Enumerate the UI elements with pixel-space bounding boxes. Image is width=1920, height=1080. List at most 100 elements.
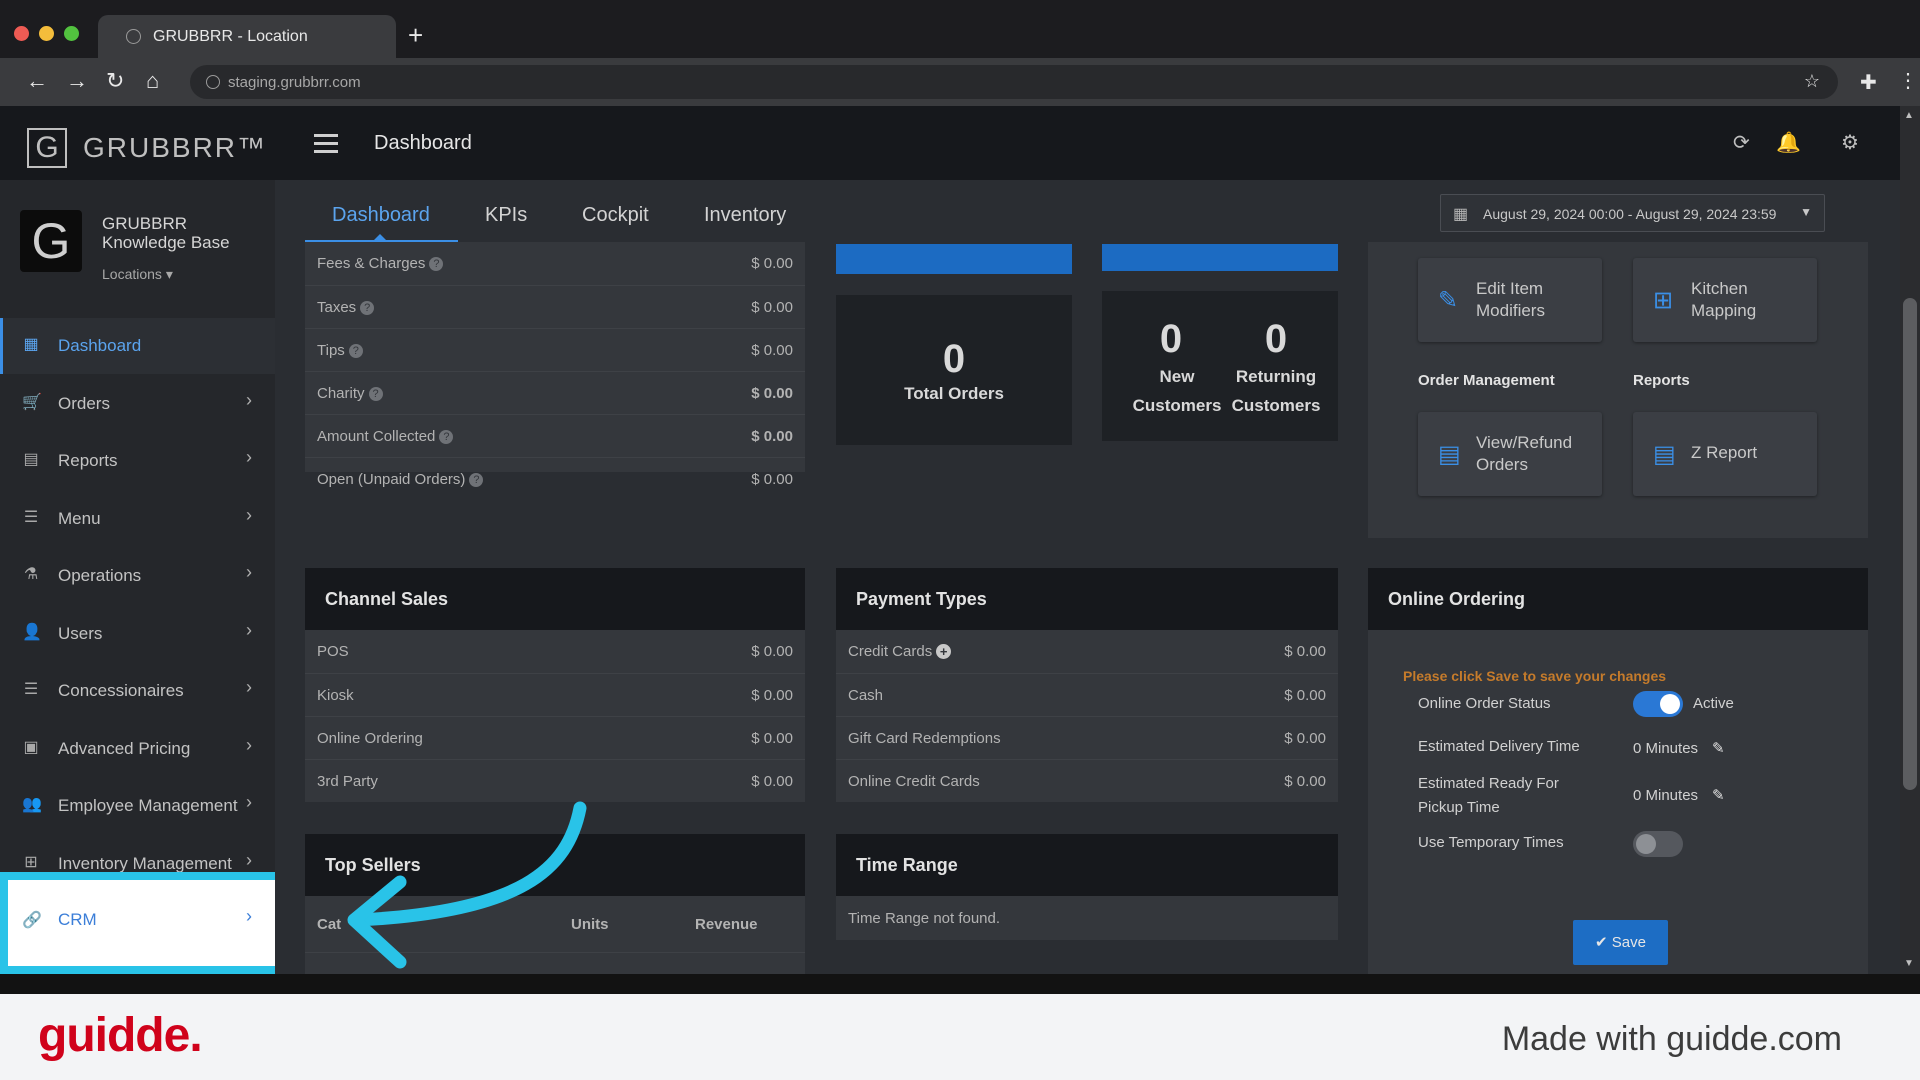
gear-icon[interactable]: ⚙ <box>1841 130 1859 155</box>
quick-actions-panel: ✎ Edit Item Modifiers ⊞ Kitchen Mapping … <box>1368 242 1868 538</box>
online-status-label: Online Order Status <box>1418 695 1551 712</box>
delivery-time-field: 0 Minutes ✎ <box>1633 739 1725 757</box>
row-label: Cash <box>848 687 884 704</box>
chevron-right-icon: › <box>246 505 252 525</box>
back-icon[interactable]: ← <box>26 68 48 94</box>
kitchen-mapping-button[interactable]: ⊞ Kitchen Mapping <box>1633 258 1817 342</box>
tab-cockpit[interactable]: Cockpit <box>582 204 649 227</box>
sidebar-item-label: Employee Management <box>58 796 238 815</box>
sidebar-item-operations[interactable]: ⚗ Operations › <box>0 548 275 604</box>
row-label: Tips <box>317 342 345 359</box>
row-label: 3rd Party <box>317 773 378 790</box>
row-value: $ 0.00 <box>751 255 793 272</box>
z-report-button[interactable]: ▤ Z Report <box>1633 412 1817 496</box>
locations-dropdown[interactable]: Locations ▾ <box>102 266 173 283</box>
new-tab-button[interactable]: + <box>408 22 423 48</box>
document-icon: ▤ <box>1653 441 1676 468</box>
chevron-right-icon: › <box>246 562 252 582</box>
sidebar-item-crm[interactable]: 🔗 CRM › <box>0 892 270 948</box>
guidde-logo[interactable]: guidde. <box>38 1008 203 1063</box>
users-icon: 👤 <box>22 624 42 641</box>
date-range-picker[interactable]: ▦ August 29, 2024 00:00 - August 29, 202… <box>1440 194 1825 232</box>
help-icon[interactable]: ? <box>469 473 484 487</box>
caret-down-icon: ▼ <box>1800 205 1812 219</box>
close-window-button[interactable] <box>14 26 29 41</box>
reload-icon[interactable]: ↻ <box>106 68 124 94</box>
help-icon[interactable]: ? <box>439 430 454 444</box>
row-label: Gift Card Redemptions <box>848 730 1001 747</box>
channel-row: Kiosk $ 0.00 <box>305 673 805 716</box>
site-info-icon[interactable] <box>206 75 220 89</box>
chevron-right-icon: › <box>246 906 252 926</box>
row-label: Credit Cards <box>848 643 933 660</box>
online-status-value: Active <box>1693 695 1734 712</box>
list-icon: ☰ <box>23 509 39 526</box>
hamburger-menu-icon[interactable] <box>314 134 338 158</box>
row-label: POS <box>317 643 349 660</box>
temporary-times-label: Use Temporary Times <box>1418 834 1564 851</box>
sidebar-item-concessionaires[interactable]: ☰ Concessionaires › <box>0 663 275 719</box>
column-header-revenue[interactable]: Revenue <box>695 916 758 933</box>
customers-card: 0 New Customers 0 Returning Customers <box>1102 291 1338 441</box>
scrollbar-thumb[interactable] <box>1903 298 1917 790</box>
extensions-icon[interactable]: ✚ <box>1860 70 1877 95</box>
url-text: staging.grubbrr.com <box>228 74 361 91</box>
view-refund-orders-button[interactable]: ▤ View/Refund Orders <box>1418 412 1602 496</box>
temporary-times-toggle[interactable] <box>1633 831 1683 857</box>
online-ordering-panel: Online Ordering Please click Save to sav… <box>1368 568 1868 974</box>
online-status-toggle[interactable] <box>1633 691 1683 717</box>
sitemap-icon: ⊞ <box>24 854 38 871</box>
row-value: $ 0.00 <box>751 342 793 359</box>
card-title: Payment Types <box>856 589 987 609</box>
bookmark-star-icon[interactable]: ☆ <box>1804 71 1820 92</box>
browser-tab[interactable]: GRUBBRR - Location <box>98 15 396 58</box>
edit-item-modifiers-button[interactable]: ✎ Edit Item Modifiers <box>1418 258 1602 342</box>
save-button[interactable]: ✔ Save <box>1573 920 1668 965</box>
tab-kpis[interactable]: KPIs <box>485 204 527 227</box>
chevron-right-icon: › <box>246 447 252 467</box>
chevron-right-icon: › <box>246 850 252 870</box>
bell-icon[interactable]: 🔔 <box>1776 130 1801 155</box>
tab-title: GRUBBRR - Location <box>153 28 308 45</box>
help-icon[interactable]: ? <box>360 301 375 315</box>
browser-menu-icon[interactable]: ⋮ <box>1898 68 1918 93</box>
scroll-up-icon[interactable]: ▲ <box>1904 110 1914 121</box>
button-label: Z Report <box>1691 443 1758 462</box>
sidebar-item-dashboard[interactable]: ▦ Dashboard <box>0 318 275 374</box>
minimize-window-button[interactable] <box>39 26 54 41</box>
home-icon[interactable]: ⌂ <box>146 68 159 94</box>
refresh-icon[interactable]: ⟳ <box>1733 130 1750 155</box>
payment-row: Gift Card Redemptions $ 0.00 <box>836 716 1338 759</box>
sidebar-item-advanced-pricing[interactable]: ▣ Advanced Pricing › <box>0 721 275 777</box>
edit-pencil-icon[interactable]: ✎ <box>1712 787 1725 804</box>
row-label: Online Credit Cards <box>848 773 980 790</box>
help-icon[interactable]: ? <box>348 344 363 358</box>
summary-row: Tips? $ 0.00 <box>305 328 805 371</box>
summary-row: Taxes? $ 0.00 <box>305 285 805 328</box>
forward-icon[interactable]: → <box>66 68 88 94</box>
plus-circle-icon[interactable]: + <box>936 644 952 659</box>
sidebar-item-users[interactable]: 👤 Users › <box>0 606 275 662</box>
sidebar-item-label: Dashboard <box>58 336 142 355</box>
made-with-guidde-link[interactable]: Made with guidde.com <box>1502 1020 1842 1059</box>
help-icon[interactable]: ? <box>368 387 383 401</box>
guidde-footer: guidde. Made with guidde.com <box>0 994 1920 1080</box>
payment-row: Online Credit Cards $ 0.00 <box>836 759 1338 802</box>
help-icon[interactable]: ? <box>429 257 444 271</box>
tab-inventory[interactable]: Inventory <box>704 204 786 227</box>
maximize-window-button[interactable] <box>64 26 79 41</box>
flask-icon: ⚗ <box>23 566 39 583</box>
tab-dashboard[interactable]: Dashboard <box>332 204 430 227</box>
sidebar-item-menu[interactable]: ☰ Menu › <box>0 491 275 547</box>
address-bar[interactable]: staging.grubbrr.com ☆ <box>190 65 1838 99</box>
sidebar-item-employee-management[interactable]: 👥 Employee Management › <box>0 778 275 834</box>
new-customers-value: 0 <box>1159 317 1183 361</box>
returning-customers-value: 0 <box>1264 317 1288 361</box>
app-header: G GRUBBRR™ Dashboard ⟳ 🔔 ⚙ <box>0 106 1900 180</box>
edit-pencil-icon[interactable]: ✎ <box>1712 740 1725 757</box>
row-value: $ 0.00 <box>1284 643 1326 660</box>
sidebar-item-orders[interactable]: 🛒 Orders › <box>0 376 275 432</box>
row-value: $ 0.00 <box>751 471 793 488</box>
sidebar-item-reports[interactable]: ▤ Reports › <box>0 433 275 489</box>
scroll-down-icon[interactable]: ▼ <box>1904 958 1914 969</box>
